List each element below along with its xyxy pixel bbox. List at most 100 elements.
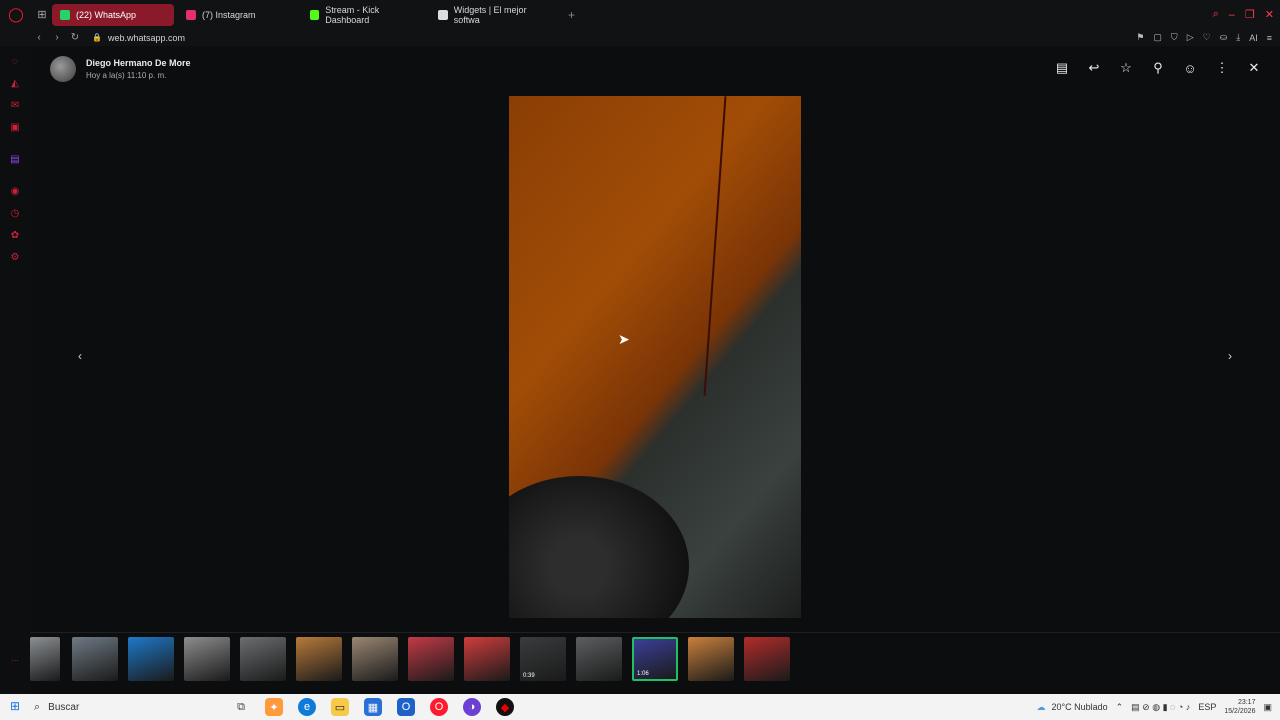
media-video[interactable] <box>509 96 801 618</box>
player-icon[interactable]: ▷ <box>1187 32 1194 43</box>
menu-icon[interactable]: ≡ <box>1267 33 1272 43</box>
aria-icon[interactable]: ◌ <box>9 56 21 68</box>
media-thumbnail[interactable] <box>128 637 174 681</box>
language-indicator[interactable]: ESP <box>1198 702 1216 712</box>
browser-toolbar: ⚑ ▢ ⛉ ▷ ♡ ⛀ ⤓ AI ≡ <box>1136 29 1272 46</box>
media-thumbnail[interactable] <box>30 637 60 681</box>
reload-button[interactable]: ↻ <box>66 32 84 43</box>
tab-favicon-icon <box>438 9 448 20</box>
maximize-button[interactable]: ❐ <box>1245 8 1255 21</box>
edge-icon[interactable]: e <box>298 698 316 716</box>
emoji-icon[interactable]: ☺ <box>1182 60 1198 76</box>
sender-header[interactable]: Diego Hermano De More Hoy a la(s) 11:10 … <box>50 56 191 82</box>
sidebar-more-icon[interactable]: ⋯ <box>9 656 21 668</box>
history-icon[interactable]: ◷ <box>9 208 21 220</box>
search-tabs-icon[interactable]: ⌕ <box>1213 8 1219 21</box>
instagram-icon[interactable]: ▣ <box>9 122 21 134</box>
windows-start-icon[interactable]: ⊞ <box>10 700 22 712</box>
extensions-icon[interactable]: ✿ <box>9 230 21 242</box>
clock[interactable]: 23:17 15/2/2026 <box>1224 698 1255 716</box>
back-button[interactable]: ‹ <box>30 32 48 43</box>
download-icon[interactable]: ⤓ <box>1236 32 1240 43</box>
bookmark-icon[interactable]: ⚑ <box>1136 32 1144 43</box>
settings-icon[interactable]: ⚙ <box>9 252 21 264</box>
reply-icon[interactable]: ↩ <box>1086 60 1102 76</box>
mouse-cursor-icon: ➤ <box>618 331 630 347</box>
media-thumbnail[interactable]: 1:06 <box>632 637 678 681</box>
copilot-icon[interactable]: ✦ <box>265 698 283 716</box>
chat-icon[interactable]: ▤ <box>1054 60 1070 76</box>
next-media-button[interactable]: › <box>1222 348 1238 364</box>
tab-label: (22) WhatsApp <box>76 9 137 20</box>
app-icon[interactable]: ◆ <box>496 698 514 716</box>
media-thumbnail[interactable] <box>72 637 118 681</box>
sender-name: Diego Hermano De More <box>86 58 191 68</box>
media-thumbnail[interactable] <box>408 637 454 681</box>
tray-expand-icon[interactable]: ⌃ <box>1116 702 1124 713</box>
tray-icons[interactable]: ▤ ⊘ ◍ ▮ ◌ ◔ ♪ <box>1131 702 1190 713</box>
browser-tab[interactable]: Widgets | El mejor softwa <box>430 4 560 26</box>
browser-tab-strip: ◯ ⊞ (22) WhatsApp (7) Instagram Stream - K… <box>0 0 1280 29</box>
media-thumbnail[interactable] <box>688 637 734 681</box>
media-thumbnail[interactable] <box>576 637 622 681</box>
cable-shape <box>703 96 727 396</box>
menu-icon[interactable]: ⋮ <box>1214 60 1230 76</box>
address-bar: ‹ › ↻ 🔒 web.whatsapp.com ⚑ ▢ ⛉ ▷ ♡ ⛀ ⤓ A… <box>0 29 1280 46</box>
tab-label: Widgets | El mejor softwa <box>453 4 527 25</box>
star-icon[interactable]: ☆ <box>1118 60 1134 76</box>
close-icon[interactable]: ✕ <box>1246 60 1262 76</box>
taskbar-search[interactable]: ⌕ Buscar <box>34 697 224 717</box>
url-field[interactable]: web.whatsapp.com <box>108 33 185 43</box>
outlook-icon[interactable]: O <box>397 698 415 716</box>
video-duration: 1:06 <box>637 671 649 677</box>
media-viewer: Diego Hermano De More Hoy a la(s) 11:10 … <box>30 46 1280 694</box>
search-placeholder: Buscar <box>48 701 80 713</box>
heart-icon[interactable]: ♡ <box>1203 32 1211 43</box>
workspaces-icon[interactable]: ⊞ <box>32 0 52 29</box>
browser-tab[interactable]: Stream - Kick Dashboard <box>302 4 426 26</box>
browser-tab[interactable]: (7) Instagram <box>178 4 298 26</box>
media-thumbnail[interactable] <box>240 637 286 681</box>
twitch-icon[interactable]: ▤ <box>9 154 21 166</box>
avatar[interactable] <box>50 56 76 82</box>
opera-taskbar-icon[interactable]: O <box>430 698 448 716</box>
cloud-icon: ☁ <box>1036 701 1046 712</box>
notification-icon[interactable]: ▣ <box>1263 702 1272 713</box>
snapshot-icon[interactable]: ▢ <box>1153 32 1162 43</box>
store-icon[interactable]: ▦ <box>364 698 382 716</box>
opera-logo-icon[interactable]: ◯ <box>0 0 32 29</box>
media-thumbnail[interactable]: 0:39 <box>520 637 566 681</box>
aria-ai-icon[interactable]: AI <box>1249 33 1258 43</box>
tab-favicon-icon <box>60 9 70 20</box>
pinned-apps: ⧉ ✦ e ▭ ▦ O O ◑ ◆ <box>232 698 514 716</box>
discord-icon[interactable]: ◑ <box>463 698 481 716</box>
lock-icon: 🔒 <box>92 33 102 42</box>
search-icon: ⌕ <box>34 700 41 713</box>
tab-label: Stream - Kick Dashboard <box>325 4 380 25</box>
wallet-icon[interactable]: ⛀ <box>1220 32 1228 43</box>
browser-tab[interactable]: (22) WhatsApp <box>52 3 174 26</box>
media-thumbnail[interactable] <box>296 637 342 681</box>
pin-icon[interactable]: ⚲ <box>1150 60 1166 76</box>
window-controls: ⌕ – ❐ ✕ <box>1213 0 1274 29</box>
task-view-icon[interactable]: ⧉ <box>232 698 250 716</box>
media-thumbnail[interactable] <box>184 637 230 681</box>
minimize-button[interactable]: – <box>1229 9 1235 21</box>
media-thumbnail[interactable] <box>464 637 510 681</box>
opera-sidebar: ◌ ◭ ✉ ▣ ▤ ◉ ◷ ✿ ⚙ ⋯ <box>0 46 30 694</box>
new-tab-button[interactable]: + <box>560 8 583 22</box>
previous-media-button[interactable]: ‹ <box>72 348 88 364</box>
tab-favicon-icon <box>310 9 320 20</box>
weather-widget[interactable]: ☁ 20°C Nublado <box>1036 702 1107 713</box>
tab-label: (7) Instagram <box>202 9 256 20</box>
media-thumbnail[interactable] <box>352 637 398 681</box>
vpn-icon[interactable]: ⛉ <box>1171 32 1178 43</box>
video-duration: 0:39 <box>523 673 535 679</box>
file-explorer-icon[interactable]: ▭ <box>331 698 349 716</box>
close-window-button[interactable]: ✕ <box>1265 8 1274 21</box>
player-icon[interactable]: ◉ <box>9 186 21 198</box>
forward-button[interactable]: › <box>48 32 66 43</box>
media-thumbnail[interactable] <box>744 637 790 681</box>
crypto-wallet-icon[interactable]: ◭ <box>9 78 21 90</box>
messenger-icon[interactable]: ✉ <box>9 100 21 112</box>
